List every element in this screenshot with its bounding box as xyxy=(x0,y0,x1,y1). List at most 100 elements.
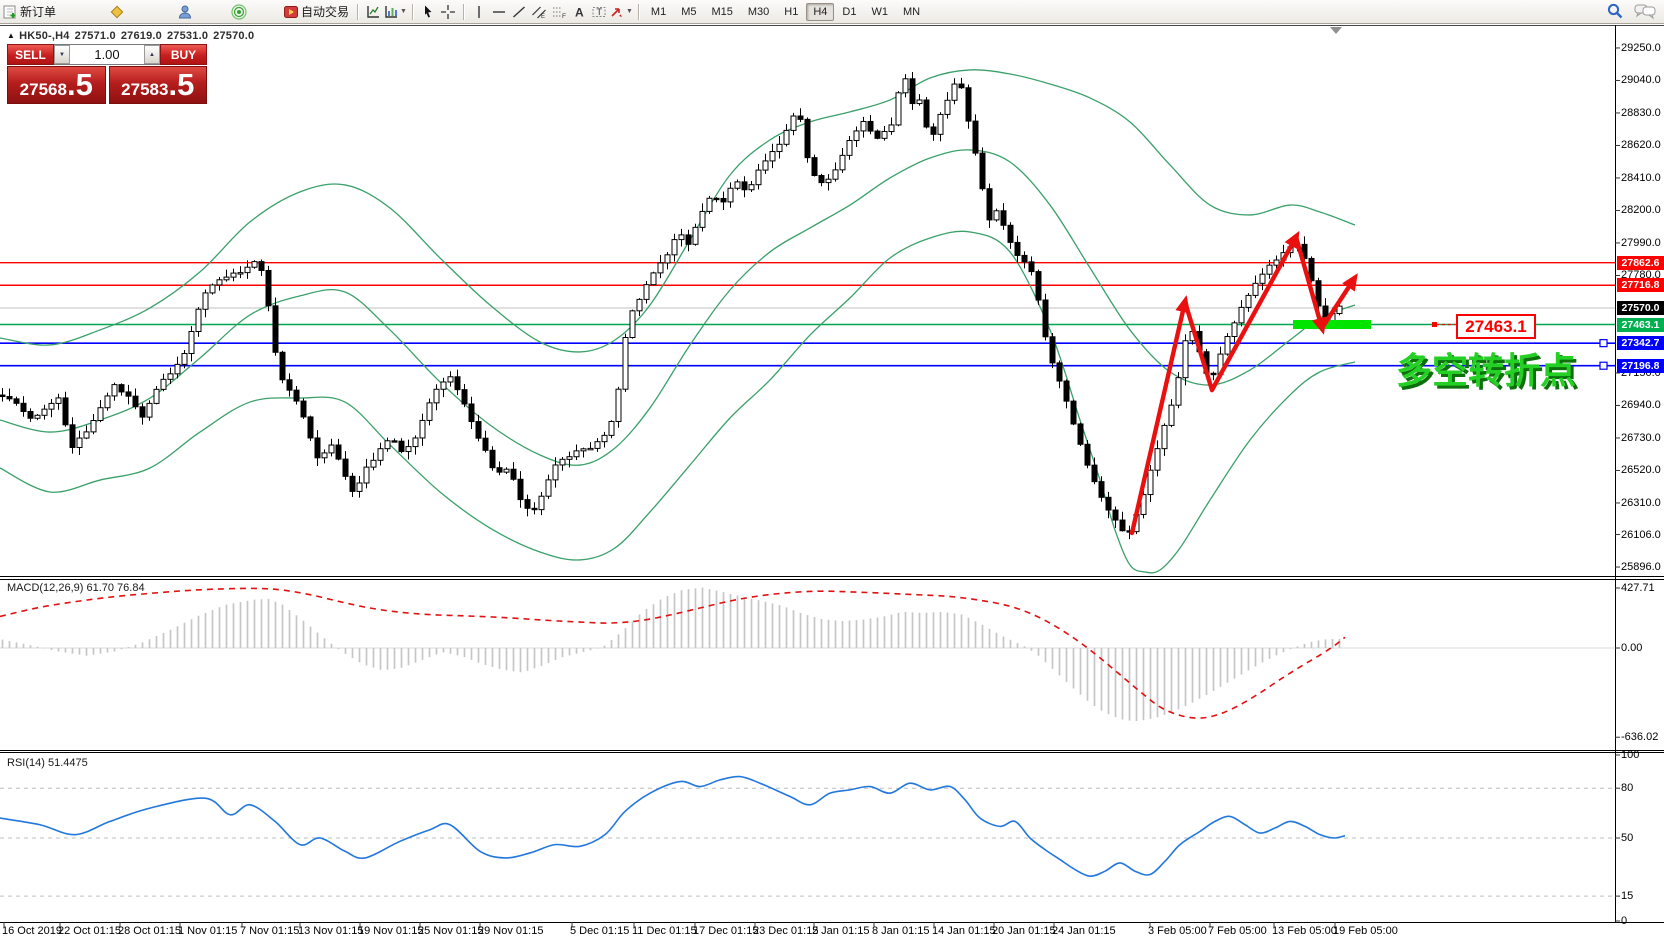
macd-scale-label: 427.71 xyxy=(1621,582,1655,594)
toolbar-separator xyxy=(638,4,639,20)
chat-icon[interactable] xyxy=(1634,2,1656,20)
toolbar-separator xyxy=(357,4,358,20)
crosshair-tool-button[interactable] xyxy=(438,2,458,22)
price-scale-label: 25896.0 xyxy=(1621,561,1661,573)
date-axis-label: 17 Dec 01:15 xyxy=(693,925,758,937)
date-axis-label: 7 Feb 05:00 xyxy=(1208,925,1267,937)
toolbar: 新订单 自动 xyxy=(0,0,1664,24)
text-icon: A xyxy=(571,4,587,20)
mt4-terminal-window: 新订单 自动 xyxy=(0,0,1664,938)
date-axis-label: 11 Dec 01:15 xyxy=(632,925,697,937)
rsi-scale-label: 50 xyxy=(1621,832,1633,844)
text-tool-button[interactable]: A xyxy=(569,2,589,22)
equidistant-channel-tool-button[interactable]: E xyxy=(529,2,549,22)
rsi-indicator-label: RSI(14) 51.4475 xyxy=(7,757,88,769)
timeframe-m1[interactable]: M1 xyxy=(644,3,673,21)
buy-price-decimal: .5 xyxy=(168,67,194,103)
rsi-panel xyxy=(0,776,1615,896)
dropdown-arrow-icon: ▼ xyxy=(626,8,633,15)
one-click-trading-panel: SELL ▼ ▲ BUY 27568 .5 27583 .5 xyxy=(7,44,207,104)
vertical-line-tool-button[interactable] xyxy=(469,2,489,22)
timeframe-m15[interactable]: M15 xyxy=(704,3,739,21)
market-watch-icon xyxy=(109,4,125,20)
profile-button[interactable] xyxy=(175,2,195,22)
chart-templates-button[interactable] xyxy=(363,2,383,22)
autotrading-icon xyxy=(283,4,299,20)
price-scale-badge: 27196.8 xyxy=(1617,359,1664,373)
horizontal-level-lines xyxy=(0,263,1615,370)
symbol-name: HK50-,H4 xyxy=(19,30,70,42)
autotrading-label: 自动交易 xyxy=(301,3,349,20)
indicator-list-button[interactable]: ▼ xyxy=(383,2,407,22)
price-scale-badge: 27463.1 xyxy=(1617,318,1664,332)
ohlc-open: 27571.0 xyxy=(75,30,116,42)
ohlc-close: 27570.0 xyxy=(213,30,254,42)
date-axis-label: 25 Nov 01:15 xyxy=(418,925,483,937)
text-label-tool-button[interactable]: T xyxy=(589,2,609,22)
collapse-triangle-icon[interactable]: ▲ xyxy=(7,31,15,40)
cursor-tool-button[interactable] xyxy=(418,2,438,22)
buy-button[interactable]: BUY xyxy=(160,44,207,65)
toolbar-right-icons xyxy=(1606,2,1656,20)
date-axis-label: 7 Nov 01:15 xyxy=(240,925,299,937)
timeframe-m5[interactable]: M5 xyxy=(674,3,703,21)
date-axis-label: 24 Jan 01:15 xyxy=(1052,925,1116,937)
price-scale-badge: 27716.8 xyxy=(1617,278,1664,292)
chart-templates-icon xyxy=(365,4,381,20)
new-order-button[interactable]: 新订单 xyxy=(2,2,59,22)
volume-input[interactable] xyxy=(70,45,144,64)
price-scale-badge: 27342.7 xyxy=(1617,336,1664,350)
buy-price-display[interactable]: 27583 .5 xyxy=(109,66,208,104)
volume-decrease-button[interactable]: ▼ xyxy=(54,45,70,64)
market-watch-button[interactable] xyxy=(107,2,127,22)
fibonacci-tool-button[interactable]: F xyxy=(549,2,569,22)
trendline-tool-button[interactable] xyxy=(509,2,529,22)
toolbar-separator xyxy=(412,4,413,20)
arrows-tool-button[interactable]: ▼ xyxy=(609,2,633,22)
svg-text:T: T xyxy=(596,7,602,17)
toolbar-separator xyxy=(463,4,464,20)
date-axis-label: 16 Oct 2019 xyxy=(2,925,62,937)
volume-stepper: ▼ ▲ xyxy=(54,44,160,65)
macd-indicator-label: MACD(12,26,9) 61.70 76.84 xyxy=(7,582,145,594)
turning-point-annotation: 多空转折点 xyxy=(1396,342,1576,394)
signal-button[interactable] xyxy=(229,2,249,22)
symbol-ohlc-header: ▲HK50-,H427571.027619.027531.027570.0 xyxy=(7,30,259,42)
date-axis-label: 5 Dec 01:15 xyxy=(570,925,629,937)
rsi-scale-label: 80 xyxy=(1621,782,1633,794)
date-axis-label: 28 Oct 01:15 xyxy=(118,925,181,937)
rsi-scale-label: 15 xyxy=(1621,890,1633,902)
date-axis-label: 29 Nov 01:15 xyxy=(478,925,543,937)
rsi-scale-label: 100 xyxy=(1621,749,1639,761)
ohlc-low: 27531.0 xyxy=(167,30,208,42)
search-icon[interactable] xyxy=(1606,2,1624,20)
price-level-callout[interactable]: 27463.1 xyxy=(1456,314,1536,339)
date-axis-label: 20 Jan 01:15 xyxy=(992,925,1056,937)
signal-icon xyxy=(231,4,247,20)
price-scale-label: 28200.0 xyxy=(1621,204,1661,216)
sell-price-display[interactable]: 27568 .5 xyxy=(7,66,106,104)
macd-scale-label: 0.00 xyxy=(1621,642,1642,654)
horizontal-line-tool-button[interactable] xyxy=(489,2,509,22)
timeframe-d1[interactable]: D1 xyxy=(835,3,863,21)
timeframe-switcher: M1M5M15M30H1H4D1W1MN xyxy=(644,3,927,21)
candlesticks xyxy=(0,72,1342,539)
price-scale-label: 26730.0 xyxy=(1621,432,1661,444)
timeframe-h1[interactable]: H1 xyxy=(777,3,805,21)
price-scale-badge: 27570.0 xyxy=(1617,301,1664,315)
timeframe-mn[interactable]: MN xyxy=(896,3,927,21)
text-label-icon: T xyxy=(591,4,607,20)
new-order-icon xyxy=(2,4,18,20)
buy-price-main: 27583 xyxy=(121,71,168,109)
date-axis-label: 13 Feb 05:00 xyxy=(1272,925,1337,937)
volume-increase-button[interactable]: ▲ xyxy=(144,45,160,64)
autotrading-button[interactable]: 自动交易 xyxy=(283,2,352,22)
price-scale-label: 26940.0 xyxy=(1621,399,1661,411)
sell-button[interactable]: SELL xyxy=(7,44,54,65)
timeframe-w1[interactable]: W1 xyxy=(864,3,895,21)
timeframe-m30[interactable]: M30 xyxy=(741,3,776,21)
svg-text:F: F xyxy=(562,13,566,20)
timeframe-h4[interactable]: H4 xyxy=(806,3,834,21)
price-scale-label: 26310.0 xyxy=(1621,497,1661,509)
trendline-icon xyxy=(511,4,527,20)
